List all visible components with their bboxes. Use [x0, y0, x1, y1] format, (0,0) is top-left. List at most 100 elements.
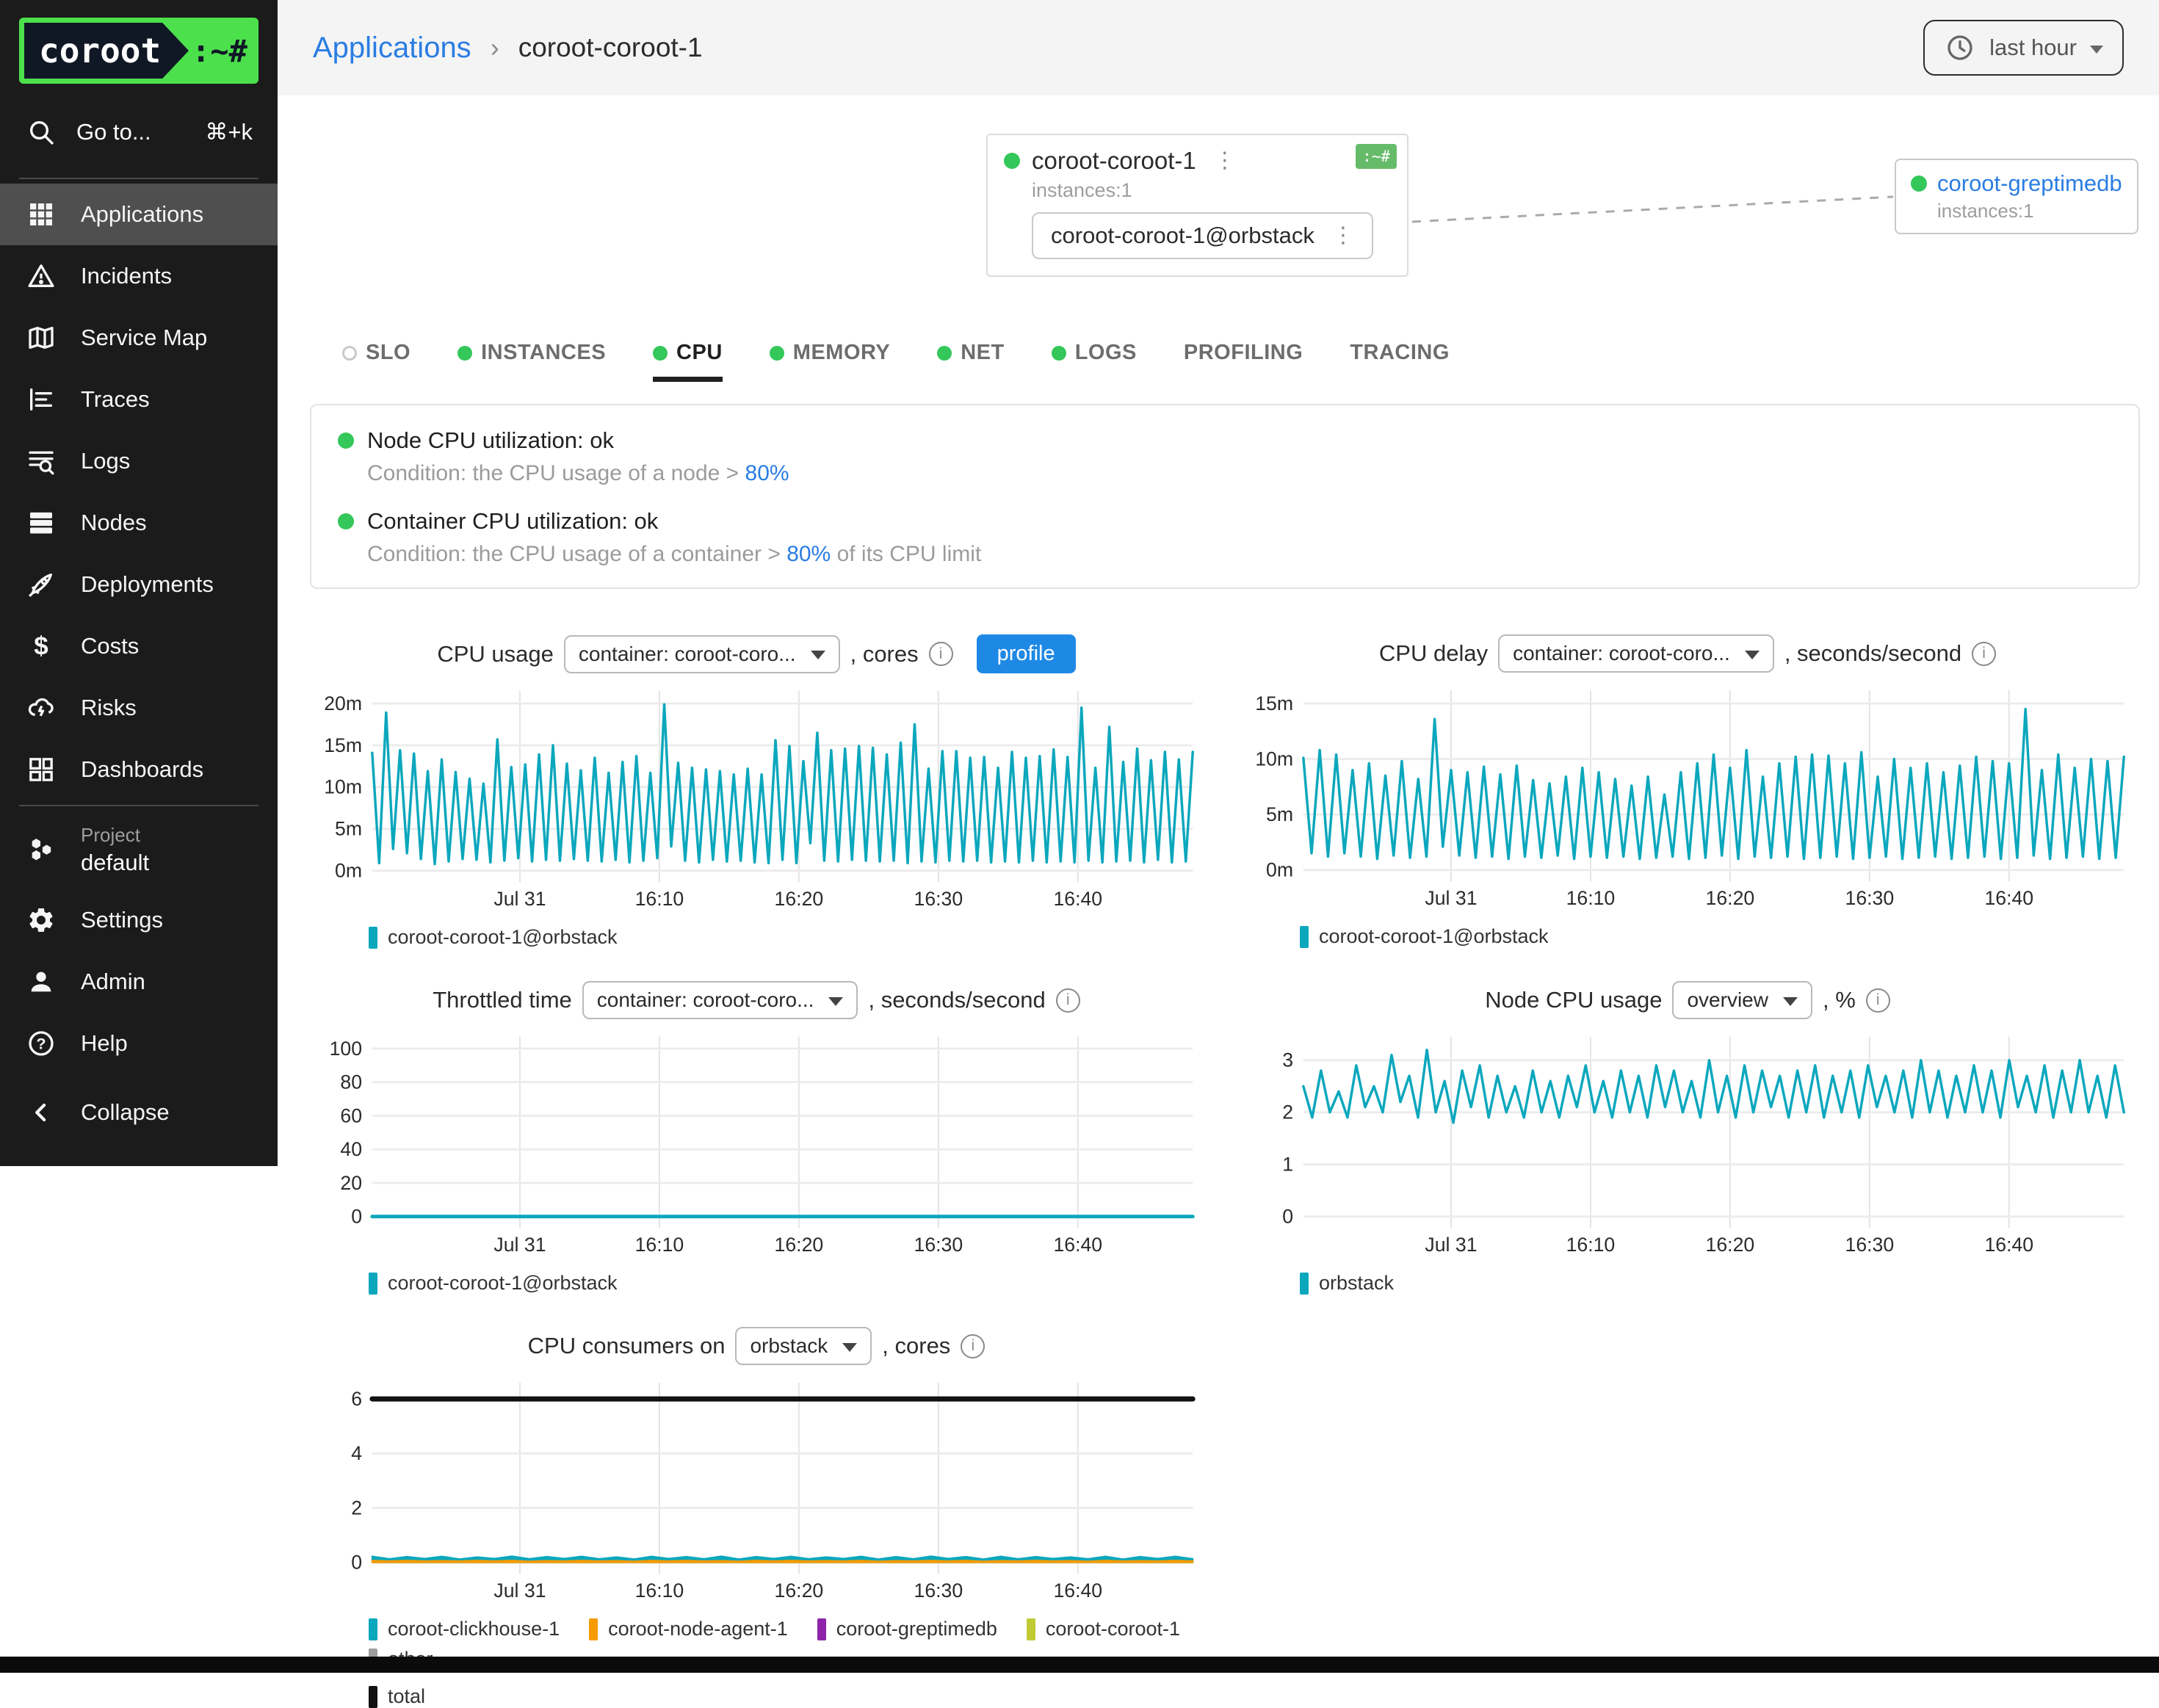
goto-search[interactable]: Go to... ⌘+k	[0, 91, 278, 173]
legend-label: coroot-coroot-1@orbstack	[1319, 925, 1549, 948]
svg-text:$: $	[34, 632, 48, 661]
sidebar-item-deployments[interactable]: Deployments	[0, 554, 278, 615]
dependency-instances-label: instances:1	[1937, 200, 2122, 222]
legend-item[interactable]: orbstack	[1300, 1272, 1394, 1295]
legend-item[interactable]: total	[369, 1685, 425, 1708]
dependency-name-link[interactable]: coroot-greptimedb	[1937, 170, 2122, 197]
sidebar-nav: ApplicationsIncidentsService MapTracesLo…	[0, 184, 278, 800]
tab-label: INSTANCES	[481, 341, 606, 365]
sidebar-project-switcher[interactable]: Projectdefault	[0, 811, 278, 889]
sidebar-item-nodes[interactable]: Nodes	[0, 492, 278, 554]
info-icon[interactable]: i	[1972, 642, 1996, 666]
tab-slo[interactable]: SLO	[342, 341, 411, 382]
svg-text:16:40: 16:40	[1984, 1234, 2033, 1256]
tab-cpu[interactable]: CPU	[653, 341, 723, 382]
app-node-card[interactable]: :~# coroot-coroot-1 ⋮ instances:1 coroot…	[986, 134, 1408, 277]
chart-unit-label: , cores	[850, 641, 919, 667]
svg-text:0: 0	[351, 1552, 362, 1574]
info-icon[interactable]: i	[1866, 988, 1890, 1013]
svg-text:1: 1	[1282, 1154, 1293, 1176]
svg-text:16:30: 16:30	[914, 888, 963, 910]
legend-item[interactable]: coroot-coroot-1@orbstack	[369, 1272, 618, 1295]
instance-box[interactable]: coroot-coroot-1@orbstack ⋮	[1032, 212, 1373, 259]
status-empty-dot	[342, 346, 357, 361]
tab-logs[interactable]: LOGS	[1052, 341, 1137, 382]
sidebar-item-label: Nodes	[81, 510, 147, 536]
svg-text:3: 3	[1282, 1049, 1293, 1071]
sidebar-item-risks[interactable]: Risks	[0, 677, 278, 739]
sidebar-item-traces[interactable]: Traces	[0, 369, 278, 430]
chart-selector-dropdown[interactable]: container: coroot-coro...	[1498, 634, 1774, 673]
chart-plot: Jul 3116:1016:2016:3016:400m5m10m15m20m	[307, 681, 1206, 916]
tab-tracing[interactable]: TRACING	[1350, 341, 1450, 382]
chart-throttled-time: Throttled timecontainer: coroot-coro...,…	[307, 981, 1206, 1295]
chart-unit-label: , seconds/second	[1784, 640, 1961, 667]
sidebar-item-label: Risks	[81, 695, 137, 721]
chart-selector-dropdown[interactable]: orbstack	[735, 1327, 872, 1365]
check-title: Container CPU utilization: ok	[367, 508, 658, 535]
caret-down-icon	[842, 1343, 857, 1352]
app-badge: :~#	[1356, 144, 1397, 169]
chart-selector-dropdown[interactable]: container: coroot-coro...	[564, 635, 840, 673]
chart-header: CPU usagecontainer: coroot-coro..., core…	[307, 634, 1206, 673]
dependency-node-card[interactable]: coroot-greptimedb instances:1	[1895, 159, 2138, 234]
time-range-selector[interactable]: last hour	[1923, 20, 2124, 76]
tab-memory[interactable]: MEMORY	[770, 341, 890, 382]
legend-item[interactable]: coroot-clickhouse-1	[369, 1618, 560, 1640]
warning-triangle-icon	[25, 260, 57, 292]
sidebar-item-applications[interactable]: Applications	[0, 184, 278, 245]
legend-label: coroot-coroot-1	[1046, 1618, 1180, 1640]
sidebar-item-admin[interactable]: Admin	[0, 951, 278, 1013]
traces-icon	[25, 383, 57, 416]
sidebar-item-service-map[interactable]: Service Map	[0, 307, 278, 369]
chart-selector-dropdown[interactable]: overview	[1672, 981, 1812, 1019]
chart-plot: Jul 3116:1016:2016:3016:400246	[307, 1372, 1206, 1607]
legend-item[interactable]: coroot-coroot-1@orbstack	[1300, 925, 1549, 948]
info-icon[interactable]: i	[929, 642, 953, 666]
check-threshold[interactable]: 80%	[786, 542, 831, 566]
chart-header: Throttled timecontainer: coroot-coro...,…	[307, 981, 1206, 1019]
caret-down-icon	[1745, 651, 1760, 659]
sidebar-item-settings[interactable]: Settings	[0, 889, 278, 951]
svg-text:16:40: 16:40	[1053, 1579, 1102, 1602]
sidebar-item-costs[interactable]: $Costs	[0, 615, 278, 677]
info-icon[interactable]: i	[1056, 988, 1080, 1013]
checks-box: Node CPU utilization: okCondition: the C…	[310, 404, 2140, 589]
info-icon[interactable]: i	[961, 1334, 985, 1358]
legend-item[interactable]: coroot-greptimedb	[817, 1618, 997, 1640]
sidebar-item-logs[interactable]: Logs	[0, 430, 278, 492]
svg-text:0: 0	[351, 1206, 362, 1228]
chart-selector-dropdown[interactable]: container: coroot-coro...	[582, 981, 858, 1019]
sidebar-item-dashboards[interactable]: Dashboards	[0, 739, 278, 800]
legend-item[interactable]: coroot-coroot-1	[1027, 1618, 1180, 1640]
chart-plot: Jul 3116:1016:2016:3016:40020406080100	[307, 1027, 1206, 1262]
tab-net[interactable]: NET	[937, 341, 1005, 382]
sidebar-collapse-button[interactable]: Collapse	[0, 1082, 278, 1143]
project-label: Project	[81, 824, 149, 847]
service-map-icon	[25, 322, 57, 354]
legend-item[interactable]: coroot-coroot-1@orbstack	[369, 926, 618, 949]
svg-text:16:20: 16:20	[1706, 887, 1755, 909]
check-threshold[interactable]: 80%	[745, 461, 789, 485]
sidebar-item-help[interactable]: ?Help	[0, 1013, 278, 1074]
legend-swatch	[1027, 1618, 1035, 1640]
status-ok-dot	[338, 513, 354, 529]
coroot-logo[interactable]: coroot :~#	[19, 18, 258, 84]
svg-text:16:10: 16:10	[635, 1234, 684, 1256]
nodes-icon	[25, 507, 57, 539]
breadcrumb-applications-link[interactable]: Applications	[313, 32, 471, 65]
tab-profiling[interactable]: PROFILING	[1184, 341, 1303, 382]
svg-text:10m: 10m	[1255, 748, 1293, 770]
svg-text:15m: 15m	[324, 734, 362, 756]
sidebar-item-incidents[interactable]: Incidents	[0, 245, 278, 307]
kebab-menu-icon[interactable]: ⋮	[1326, 225, 1360, 247]
topbar: Applications › coroot-coroot-1 last hour	[278, 0, 2159, 95]
legend-item[interactable]: coroot-node-agent-1	[589, 1618, 788, 1640]
kebab-menu-icon[interactable]: ⋮	[1208, 150, 1242, 172]
tab-instances[interactable]: INSTANCES	[458, 341, 606, 382]
profile-button[interactable]: profile	[977, 634, 1076, 673]
chart-title: CPU consumers on	[528, 1333, 726, 1359]
svg-text:Jul 31: Jul 31	[493, 1579, 546, 1602]
chart-cpu-usage: CPU usagecontainer: coroot-coro..., core…	[307, 634, 1206, 949]
logs-icon	[25, 445, 57, 477]
